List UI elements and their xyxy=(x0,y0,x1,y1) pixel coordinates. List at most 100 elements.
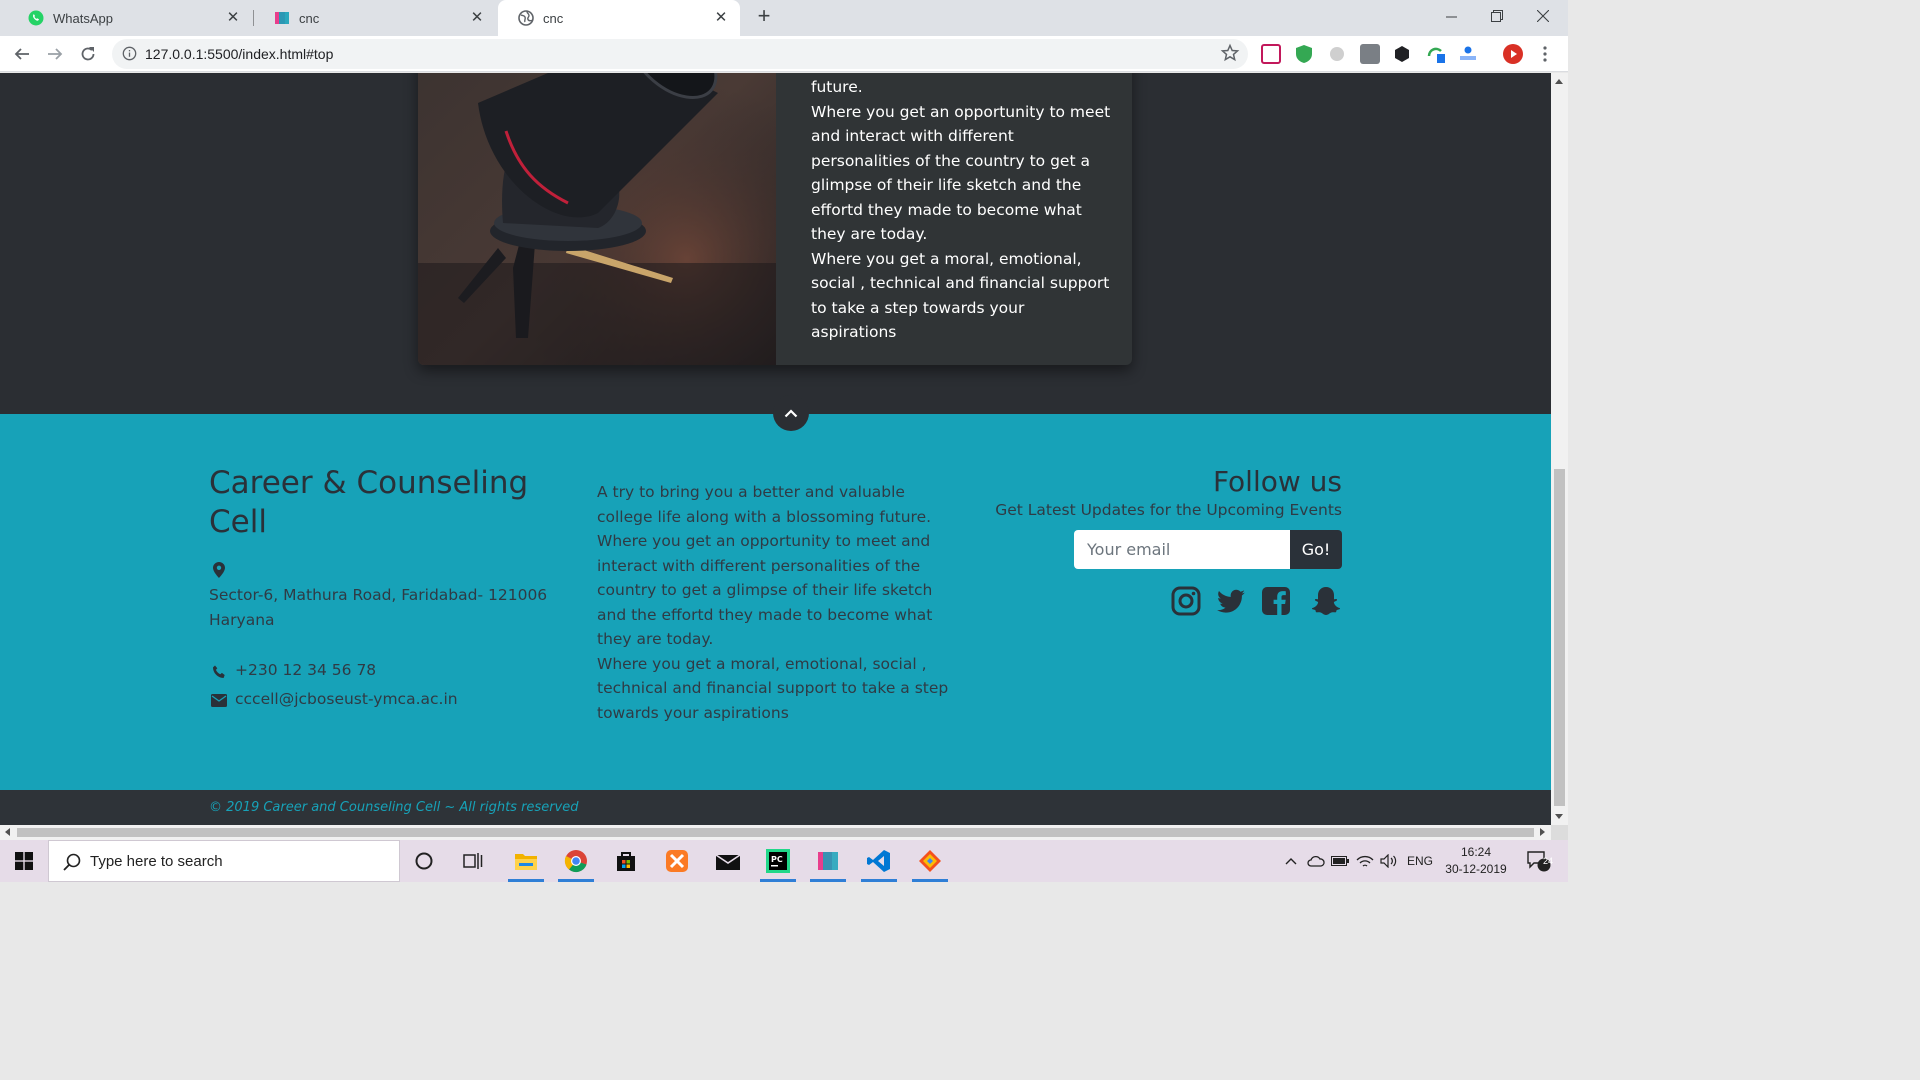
task-view-icon xyxy=(463,853,483,869)
email-link[interactable]: cccell@jcboseust-ymca.ac.in xyxy=(235,690,458,708)
store-button[interactable] xyxy=(602,840,650,882)
reload-button[interactable] xyxy=(74,40,102,68)
menu-kebab-icon[interactable] xyxy=(1538,44,1552,64)
arrow-right-icon xyxy=(48,48,63,60)
windows-logo-icon xyxy=(15,852,33,870)
tab-cnc-active[interactable]: cnc ✕ xyxy=(498,0,740,36)
volume-icon[interactable] xyxy=(1378,840,1400,882)
footer-title: Career & Counseling Cell xyxy=(209,465,529,540)
battery-icon[interactable] xyxy=(1329,840,1351,882)
copyright-bar: © 2019 Career and Counseling Cell ~ All … xyxy=(0,790,1551,825)
bookmark-star-icon[interactable] xyxy=(1220,43,1240,63)
vertical-scrollbar[interactable] xyxy=(1551,73,1568,825)
minimize-button[interactable] xyxy=(1428,0,1474,32)
pocket-extension-icon[interactable] xyxy=(1261,44,1281,64)
tab-title: cnc xyxy=(299,10,320,26)
close-window-button[interactable] xyxy=(1520,0,1566,32)
tab-cnc-1[interactable]: cnc ✕ xyxy=(254,0,496,36)
onedrive-tray-icon[interactable] xyxy=(1304,840,1328,882)
info-icon[interactable] xyxy=(122,46,137,61)
new-tab-button[interactable]: + xyxy=(752,5,776,29)
tab-whatsapp[interactable]: WhatsApp ✕ xyxy=(8,0,252,36)
vscode-button[interactable] xyxy=(855,840,903,882)
url-text: 127.0.0.1:5500/index.html#top xyxy=(145,46,334,62)
pycharm-button[interactable]: PC xyxy=(754,840,802,882)
leaf-extension-icon[interactable] xyxy=(1327,44,1347,64)
wifi-icon[interactable] xyxy=(1354,840,1376,882)
windows-taskbar: Type here to search PC ENG 16:24 30-12-2… xyxy=(0,840,1568,882)
scrollbar-corner xyxy=(1551,825,1568,840)
task-view-button[interactable] xyxy=(449,840,497,882)
snapchat-icon[interactable] xyxy=(1310,586,1342,616)
translate-extension-icon[interactable] xyxy=(1426,44,1446,64)
about-card: future. Where you get an opportunity to … xyxy=(418,73,1132,365)
tb-extension-icon[interactable] xyxy=(1360,44,1380,64)
cube-extension-icon[interactable] xyxy=(1392,44,1412,64)
mail-icon xyxy=(715,854,741,870)
twitter-icon[interactable] xyxy=(1216,586,1246,616)
close-icon xyxy=(1537,10,1549,22)
whatsapp-icon xyxy=(28,10,44,26)
address-bar[interactable]: 127.0.0.1:5500/index.html#top xyxy=(112,39,1248,69)
taskbar-search[interactable]: Type here to search xyxy=(48,840,400,882)
phone-number[interactable]: +230 12 34 56 78 xyxy=(235,661,376,679)
clock-time: 16:24 xyxy=(1460,845,1492,859)
email-input[interactable] xyxy=(1074,530,1290,569)
close-tab-icon[interactable]: ✕ xyxy=(468,9,486,27)
mail-button[interactable] xyxy=(704,840,752,882)
close-tab-icon[interactable]: ✕ xyxy=(712,9,730,27)
back-button[interactable] xyxy=(8,40,36,68)
address: Sector-6, Mathura Road, Faridabad- 12100… xyxy=(209,583,547,632)
cortana-button[interactable] xyxy=(400,840,448,882)
chevron-up-icon xyxy=(784,408,798,417)
app-button[interactable] xyxy=(804,840,852,882)
copyright-text: © 2019 Career and Counseling Cell ~ All … xyxy=(209,800,579,815)
cortana-circle-icon xyxy=(415,852,433,870)
address-line: Haryana xyxy=(209,610,275,629)
card-paragraph: Where you get an opportunity to meet and… xyxy=(811,102,1111,244)
app-icon xyxy=(818,852,838,870)
profile-avatar[interactable] xyxy=(1503,44,1523,64)
reload-icon xyxy=(81,47,95,61)
about-paragraph: Where you get an opportunity to meet and… xyxy=(597,532,933,648)
pycharm-icon: PC xyxy=(766,849,790,873)
arrow-left-icon xyxy=(14,48,29,60)
about-paragraph: Where you get a moral, emotional, social… xyxy=(597,654,949,722)
xampp-icon xyxy=(666,850,688,872)
language-label: ENG xyxy=(1406,854,1433,868)
subscribe-button[interactable]: Go! xyxy=(1290,530,1342,569)
show-hidden-icons-button[interactable] xyxy=(1280,840,1302,882)
scroll-right-arrow-icon[interactable] xyxy=(1540,828,1545,836)
scroll-down-arrow-icon[interactable] xyxy=(1555,814,1563,819)
vscode-icon xyxy=(867,850,890,872)
telescope-photo xyxy=(418,73,776,365)
notification-count: 24 xyxy=(1542,856,1553,866)
clock-date: 30-12-2019 xyxy=(1445,862,1507,876)
shield-extension-icon[interactable] xyxy=(1294,44,1314,64)
scroll-up-arrow-icon[interactable] xyxy=(1555,79,1563,84)
cnc-favicon-icon xyxy=(275,12,289,24)
close-tab-icon[interactable]: ✕ xyxy=(224,9,242,27)
card-paragraph: Where you get a moral, emotional, social… xyxy=(811,249,1110,342)
chrome-button[interactable] xyxy=(552,840,600,882)
file-explorer-button[interactable] xyxy=(502,840,550,882)
envelope-icon xyxy=(211,694,227,707)
browser-toolbar: 127.0.0.1:5500/index.html#top xyxy=(0,36,1568,72)
scrollbar-thumb[interactable] xyxy=(1554,469,1565,806)
scrollbar-thumb[interactable] xyxy=(17,828,1534,837)
network-extension-icon[interactable] xyxy=(1458,44,1478,64)
forward-button[interactable] xyxy=(41,40,69,68)
start-button[interactable] xyxy=(0,840,48,882)
notification-center-button[interactable]: 24 xyxy=(1522,840,1556,882)
language-indicator[interactable]: ENG xyxy=(1402,840,1438,882)
horizontal-scrollbar[interactable] xyxy=(0,825,1551,840)
instagram-icon[interactable] xyxy=(1171,586,1201,616)
taskbar-clock[interactable]: 16:24 30-12-2019 xyxy=(1436,844,1516,878)
git-app-button[interactable] xyxy=(906,840,954,882)
back-to-top-button[interactable] xyxy=(773,395,809,431)
xampp-button[interactable] xyxy=(653,840,701,882)
facebook-icon[interactable] xyxy=(1261,586,1291,616)
about-card-text: future. Where you get an opportunity to … xyxy=(811,75,1111,345)
scroll-left-arrow-icon[interactable] xyxy=(5,828,10,836)
restore-button[interactable] xyxy=(1474,0,1520,32)
